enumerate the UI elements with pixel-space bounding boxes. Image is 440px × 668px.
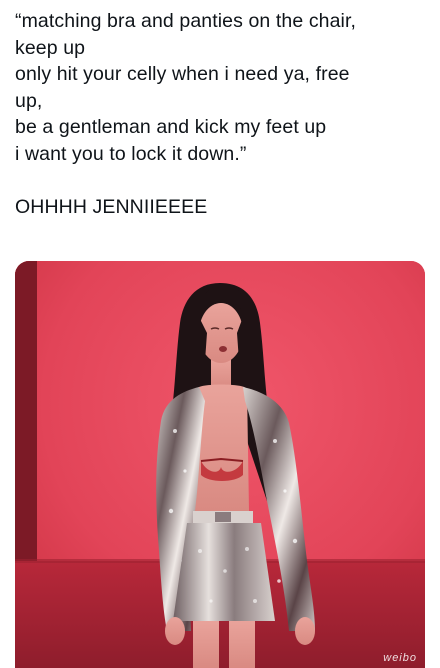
neck [211,359,231,389]
tweet-photo[interactable]: weibo [15,261,425,668]
tweet-line: only hit your celly when i need ya, free [15,63,350,85]
tweet-line: “matching bra and panties on the chair, [15,10,357,32]
leg-left [193,621,219,668]
watermark-text: weibo [383,652,417,664]
tweet-line: i want you to lock it down.” [15,142,247,165]
tweet-line: up, [15,89,43,112]
tweet-caption: OHHHH JENNIIEEEE [15,195,208,218]
tweet-line: be a gentleman and kick my feet up [15,116,327,138]
performer-photo [15,261,425,668]
tweet-text: “matching bra and panties on the chair, … [15,8,427,220]
leg-right [229,621,255,668]
tweet-line: keep up [15,36,86,59]
line-spacer [15,167,427,194]
